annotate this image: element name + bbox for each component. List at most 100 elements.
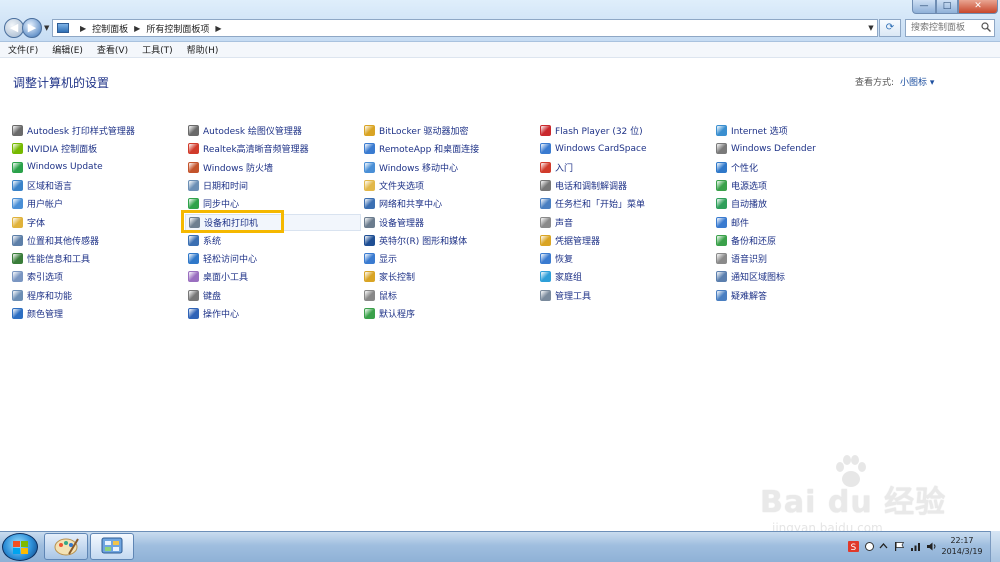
control-panel-item[interactable]: Autodesk 绘图仪管理器 xyxy=(188,122,302,139)
tray-expand-icon[interactable] xyxy=(878,541,889,552)
control-panel-item[interactable]: Windows Update xyxy=(12,159,103,176)
control-panel-item[interactable]: 显示 xyxy=(364,250,397,267)
control-panel-item-label: 程序和功能 xyxy=(27,291,73,302)
control-panel-item[interactable]: 区域和语言 xyxy=(12,177,72,194)
address-dropdown-icon[interactable]: ▼ xyxy=(864,20,878,36)
history-dropdown-icon[interactable]: ▼ xyxy=(44,24,49,32)
control-panel-item-label: BitLocker 驱动器加密 xyxy=(379,127,469,137)
control-panel-item[interactable]: 疑难解答 xyxy=(716,287,767,304)
control-panel-item[interactable]: 凭据管理器 xyxy=(540,232,600,249)
control-panel-item[interactable]: 邮件 xyxy=(716,214,749,231)
control-panel-item[interactable]: 英特尔(R) 图形和媒体 xyxy=(364,232,467,249)
control-panel-item[interactable]: 恢复 xyxy=(540,250,573,267)
firewall-icon xyxy=(188,161,199,173)
control-panel-item-label: 家长控制 xyxy=(379,273,416,284)
forward-button[interactable]: ▶ xyxy=(22,18,42,38)
control-panel-item[interactable]: 程序和功能 xyxy=(12,287,72,304)
control-panel-item-label: 默认程序 xyxy=(379,310,416,320)
control-panel-item[interactable]: 字体 xyxy=(12,214,45,231)
control-panel-item[interactable]: 声音 xyxy=(540,214,573,231)
control-panel-item[interactable]: 家庭组 xyxy=(540,268,582,285)
control-panel-item[interactable]: 管理工具 xyxy=(540,287,591,304)
control-panel-item[interactable]: Windows 防火墙 xyxy=(188,159,273,176)
device-manager-icon xyxy=(364,216,375,228)
control-panel-item-label: 位置和其他传感器 xyxy=(27,236,100,247)
maximize-button[interactable]: □ xyxy=(936,0,958,14)
control-panel-item[interactable]: 入门 xyxy=(540,159,573,176)
troubleshooting-icon xyxy=(716,289,727,301)
control-panel-item[interactable]: Flash Player (32 位) xyxy=(540,122,643,139)
control-panel-item[interactable]: 用户帐户 xyxy=(12,195,63,212)
menu-help[interactable]: 帮助(H) xyxy=(187,43,219,56)
control-panel-item-label: 同步中心 xyxy=(203,200,240,211)
control-panel-item[interactable]: 电话和调制解调器 xyxy=(540,177,627,194)
control-panel-item[interactable]: BitLocker 驱动器加密 xyxy=(364,122,469,139)
control-panel-item[interactable]: Windows 移动中心 xyxy=(364,159,458,176)
notification-area-icon xyxy=(716,271,727,283)
control-panel-item[interactable]: 个性化 xyxy=(716,159,758,176)
menu-tools[interactable]: 工具(T) xyxy=(142,43,173,56)
menu-view[interactable]: 查看(V) xyxy=(97,43,128,56)
network-icon[interactable] xyxy=(910,541,921,552)
control-panel-item[interactable]: 通知区域图标 xyxy=(716,268,785,285)
control-panel-item[interactable]: 日期和时间 xyxy=(188,177,248,194)
breadcrumb-separator-icon[interactable]: ▶ xyxy=(80,24,86,33)
action-center-flag-icon[interactable] xyxy=(894,541,905,552)
search-icon[interactable] xyxy=(981,22,991,32)
address-field[interactable]: ▶ 控制面板 ▶ 所有控制面板项 ▶ xyxy=(52,19,878,37)
control-panel-item[interactable]: 桌面小工具 xyxy=(188,268,248,285)
menu-file[interactable]: 文件(F) xyxy=(8,43,38,56)
menu-edit[interactable]: 编辑(E) xyxy=(52,43,83,56)
cardspace-icon xyxy=(540,143,551,155)
control-panel-item[interactable]: 鼠标 xyxy=(364,287,397,304)
control-panel-item[interactable]: 颜色管理 xyxy=(12,305,63,322)
sogou-input-icon[interactable]: S xyxy=(848,541,859,552)
refresh-button[interactable]: ⟳ xyxy=(879,19,901,37)
breadcrumb-all-items[interactable]: 所有控制面板项 xyxy=(146,22,209,35)
control-panel-item-label: 日期和时间 xyxy=(203,181,249,192)
start-button[interactable] xyxy=(2,533,38,561)
control-panel-item[interactable]: 轻松访问中心 xyxy=(188,250,257,267)
control-panel-item[interactable]: 性能信息和工具 xyxy=(12,250,90,267)
control-panel-item[interactable]: 设备管理器 xyxy=(364,214,424,231)
control-panel-item-label: 轻松访问中心 xyxy=(203,255,258,266)
control-panel-item-label: 管理工具 xyxy=(555,291,592,302)
close-button[interactable]: ✕ xyxy=(958,0,998,14)
control-panel-item[interactable]: Autodesk 打印样式管理器 xyxy=(12,122,135,139)
control-panel-item-label: 文件夹选项 xyxy=(379,181,425,192)
control-panel-item[interactable]: 默认程序 xyxy=(364,305,415,322)
control-panel-item[interactable]: Realtek高清晰音频管理器 xyxy=(188,140,309,157)
control-panel-item[interactable]: Windows Defender xyxy=(716,140,816,157)
view-mode-dropdown[interactable]: 小图标 ▾ xyxy=(900,78,934,88)
control-panel-item-label: 网络和共享中心 xyxy=(379,200,443,211)
minimize-button[interactable]: — xyxy=(912,0,936,14)
control-panel-item[interactable]: 索引选项 xyxy=(12,268,63,285)
breadcrumb-control-panel[interactable]: 控制面板 xyxy=(92,22,128,35)
back-button[interactable]: ◀ xyxy=(4,18,24,38)
control-panel-item[interactable]: 网络和共享中心 xyxy=(364,195,442,212)
control-panel-item[interactable]: Windows CardSpace xyxy=(540,140,647,157)
show-desktop-button[interactable] xyxy=(990,531,1000,562)
breadcrumb-separator-icon[interactable]: ▶ xyxy=(215,24,221,33)
control-panel-item[interactable]: 语音识别 xyxy=(716,250,767,267)
breadcrumb-separator-icon[interactable]: ▶ xyxy=(134,24,140,33)
control-panel-item[interactable]: 操作中心 xyxy=(188,305,239,322)
taskbar-clock[interactable]: 22:17 2014/3/19 xyxy=(934,535,990,557)
control-panel-item[interactable]: RemoteApp 和桌面连接 xyxy=(364,140,479,157)
control-panel-item[interactable]: 系统 xyxy=(188,232,221,249)
taskbar-paint-button[interactable] xyxy=(44,533,88,560)
taskbar-control-panel-button[interactable] xyxy=(90,533,134,560)
input-method-icon[interactable] xyxy=(864,541,875,552)
control-panel-icon xyxy=(57,23,69,33)
control-panel-item[interactable]: 备份和还原 xyxy=(716,232,776,249)
control-panel-item[interactable]: Internet 选项 xyxy=(716,122,788,139)
control-panel-item[interactable]: 任务栏和「开始」菜单 xyxy=(540,195,645,212)
control-panel-item[interactable]: 家长控制 xyxy=(364,268,415,285)
control-panel-item[interactable]: 位置和其他传感器 xyxy=(12,232,99,249)
control-panel-item[interactable]: 自动播放 xyxy=(716,195,767,212)
control-panel-item[interactable]: 电源选项 xyxy=(716,177,767,194)
control-panel-item[interactable]: NVIDIA 控制面板 xyxy=(12,140,97,157)
control-panel-item[interactable]: 文件夹选项 xyxy=(364,177,424,194)
control-panel-item[interactable]: 键盘 xyxy=(188,287,221,304)
control-panel-item-label: Flash Player (32 位) xyxy=(555,127,643,137)
